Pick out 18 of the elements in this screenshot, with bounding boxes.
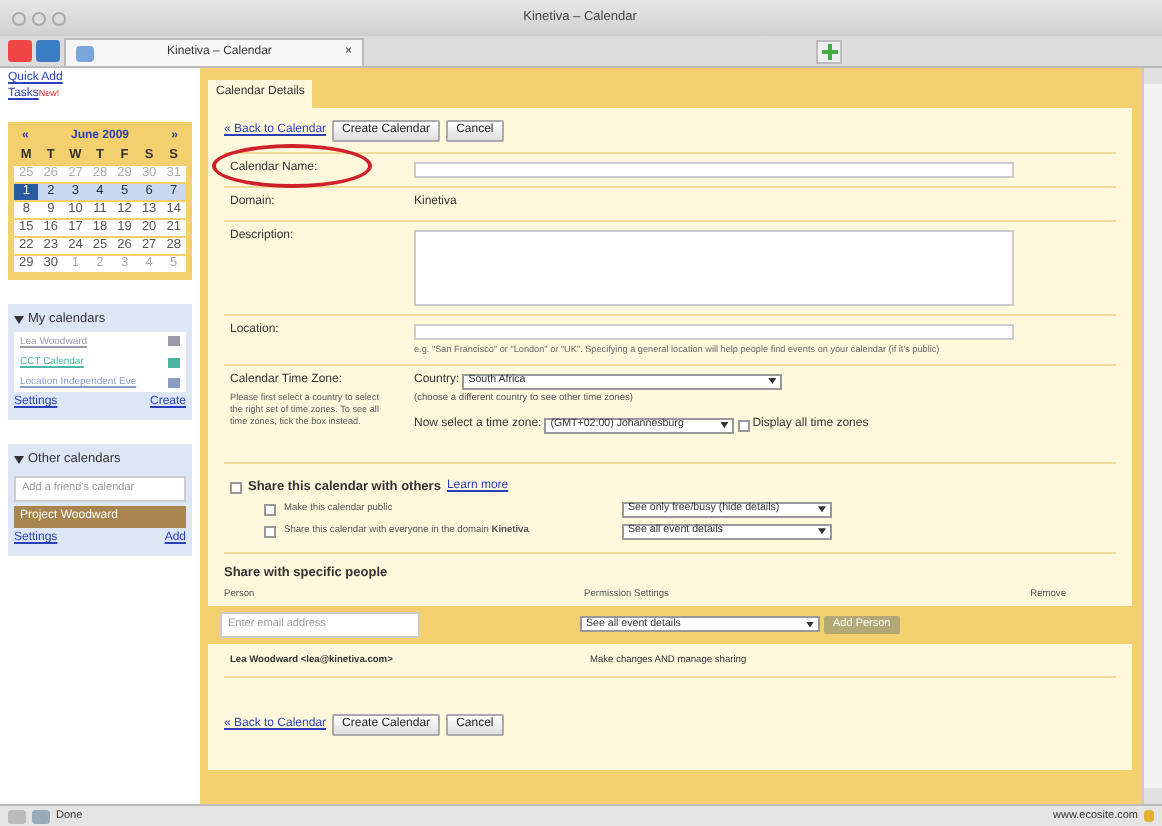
expand-triangle-icon[interactable] <box>14 315 24 324</box>
expand-triangle-icon[interactable] <box>14 455 24 464</box>
description-field[interactable] <box>414 229 1014 306</box>
new-tab-button[interactable] <box>816 40 842 64</box>
caret-icon <box>806 621 814 628</box>
caret-icon <box>768 378 777 385</box>
calendar-color-swatch[interactable] <box>168 357 180 367</box>
name-field[interactable] <box>414 162 1014 179</box>
checkbox[interactable] <box>737 419 750 432</box>
checkbox[interactable] <box>264 525 276 538</box>
caret-icon <box>720 422 729 429</box>
checkbox[interactable] <box>264 503 276 516</box>
location-field[interactable] <box>414 323 1014 340</box>
caret-icon <box>818 528 826 535</box>
caret-icon <box>818 506 826 513</box>
calendar-color-swatch[interactable] <box>168 377 180 388</box>
calendar-color-swatch[interactable] <box>168 336 180 347</box>
checkbox[interactable] <box>230 481 242 494</box>
